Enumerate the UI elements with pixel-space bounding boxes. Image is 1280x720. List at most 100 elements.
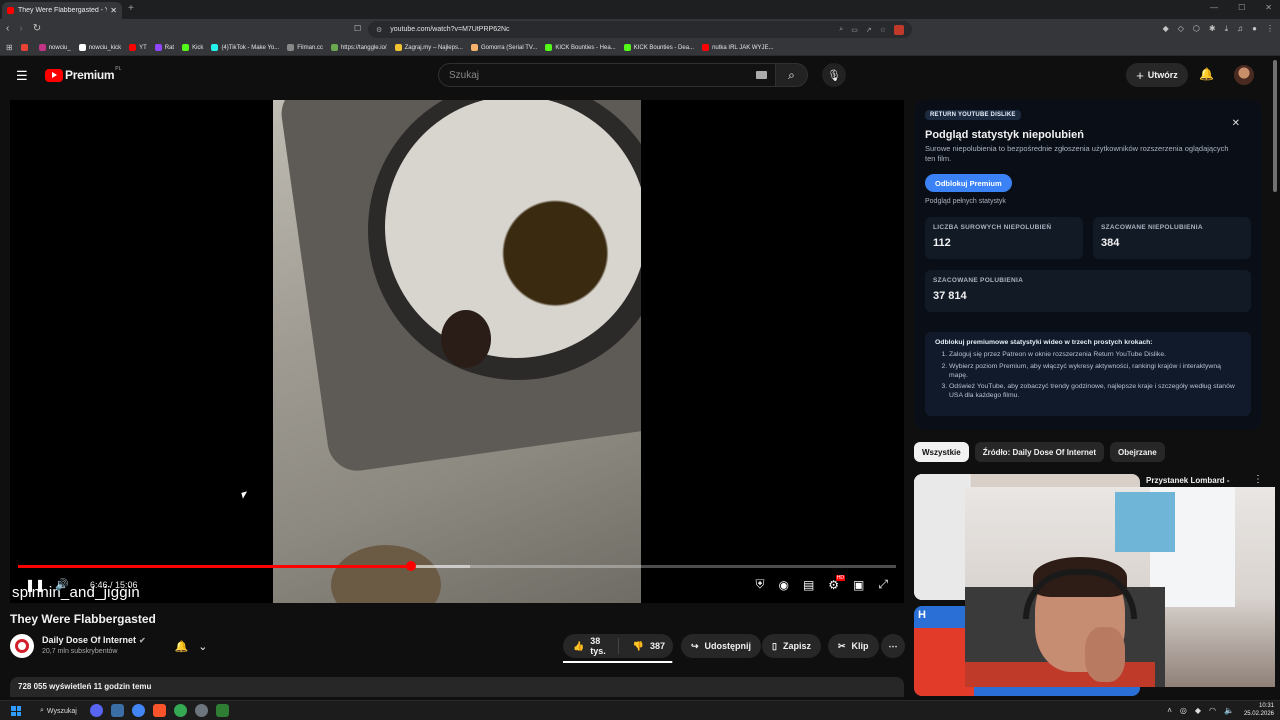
chevron-down-icon: ⌄: [198, 640, 208, 653]
url-text[interactable]: youtube.com/watch?v=M7UtPRP62Nc: [390, 26, 831, 33]
bookmark-item[interactable]: Kick: [182, 44, 203, 51]
back-icon[interactable]: ‹: [6, 23, 9, 34]
bookmark-star-icon[interactable]: ☐: [354, 24, 361, 33]
bookmark-item[interactable]: nowciu_kick: [78, 44, 121, 51]
puzzle-icon[interactable]: ✱: [1209, 24, 1216, 34]
maximize-icon[interactable]: ☐: [1238, 3, 1245, 12]
account-avatar[interactable]: [1234, 65, 1254, 85]
windows-start-icon[interactable]: [11, 706, 21, 716]
bookmark-item[interactable]: [20, 44, 31, 51]
bookmark-item[interactable]: YT: [129, 44, 147, 51]
pause-icon[interactable]: ❚❚: [25, 578, 45, 592]
youtube-favicon-icon: [7, 7, 14, 14]
fullscreen-icon[interactable]: ⤢: [878, 577, 888, 592]
speaker-icon[interactable]: 🔈: [1224, 706, 1234, 715]
more-actions-button[interactable]: ⋯: [881, 634, 905, 658]
close-icon[interactable]: ✕: [1232, 118, 1240, 129]
like-button[interactable]: 👍 38 tys.: [563, 636, 619, 656]
dislike-button[interactable]: 👎 387: [625, 641, 673, 652]
bookmark-item[interactable]: Rat: [154, 44, 174, 51]
chip-source[interactable]: Źródło: Daily Dose Of Internet: [974, 442, 1105, 462]
chrome-icon[interactable]: [132, 704, 145, 717]
file-explorer-icon[interactable]: [111, 704, 124, 717]
bookmark-item[interactable]: KICK Bounties - Dea...: [623, 44, 694, 51]
site-info-icon[interactable]: ⚙: [376, 26, 382, 34]
more-vert-icon[interactable]: ⋮: [1253, 474, 1263, 485]
voice-search-button[interactable]: 🎙: [822, 63, 846, 87]
bookmark-item[interactable]: nowciu_: [38, 44, 71, 51]
full-stats-link[interactable]: Podgląd pełnych statystyk: [925, 198, 1006, 205]
browser-tab-active[interactable]: They Were Flabbergasted - Yo... ✕: [2, 2, 122, 19]
volume-icon[interactable]: 🔊: [55, 578, 69, 591]
search-button[interactable]: ⌕: [776, 63, 808, 87]
media-icon[interactable]: ♫: [1237, 24, 1243, 34]
bookmark-item[interactable]: https://tanggle.io/: [330, 44, 387, 51]
share-page-icon[interactable]: ↗: [866, 26, 872, 34]
bookmark-item[interactable]: nutka IRL JAK WYJE...: [702, 44, 774, 51]
wifi-icon[interactable]: ◠: [1209, 706, 1216, 715]
search-input[interactable]: Szukaj: [438, 63, 776, 87]
zoom-icon[interactable]: ⌕: [839, 26, 843, 34]
subscription-notification-button[interactable]: 🔔 ⌄: [164, 634, 218, 658]
bookmark-item[interactable]: (4)TikTok - Make Yo...: [211, 44, 279, 51]
address-bar[interactable]: ⚙ youtube.com/watch?v=M7UtPRP62Nc ⌕ ▭ ↗ …: [368, 21, 912, 38]
extension-a-icon[interactable]: ◆: [1163, 24, 1169, 34]
close-tab-icon[interactable]: ✕: [110, 6, 117, 15]
bookmark-item[interactable]: Filman.cc: [287, 44, 323, 51]
unlock-premium-button[interactable]: Odblokuj Premium: [925, 174, 1012, 192]
discord-icon[interactable]: [90, 704, 103, 717]
chip-all[interactable]: Wszystkie: [914, 442, 969, 462]
clip-button[interactable]: ✂ Klip: [828, 634, 879, 658]
keyboard-icon[interactable]: [756, 71, 767, 79]
cast-icon[interactable]: ▭: [851, 26, 858, 34]
page-scrollbar[interactable]: [1273, 60, 1277, 192]
chrome-beta-icon[interactable]: [195, 704, 208, 717]
subtitles-icon[interactable]: ▤: [803, 578, 814, 592]
reload-icon[interactable]: ↻: [33, 23, 41, 34]
autoplay-toggle[interactable]: ◉: [778, 578, 788, 592]
chrome-active-icon[interactable]: [174, 704, 187, 717]
channel-avatar[interactable]: [10, 634, 34, 658]
forward-icon[interactable]: ›: [19, 23, 22, 34]
miniplayer-icon[interactable]: ▣: [853, 578, 864, 592]
extension-icon[interactable]: [894, 24, 904, 35]
description-box[interactable]: 728 055 wyświetleń 11 godzin temu: [10, 677, 904, 697]
taskbar-search[interactable]: ⌕ Wyszukaj: [34, 704, 82, 718]
bookmark-item[interactable]: Zagraj.my – Najleps...: [394, 44, 463, 51]
bookmark-item[interactable]: KICK Bounties - Hea...: [545, 44, 616, 51]
new-tab-button[interactable]: +: [128, 3, 134, 14]
extension-b-icon[interactable]: ◇: [1178, 24, 1184, 34]
create-button[interactable]: + Utwórz: [1126, 63, 1188, 87]
channel-name[interactable]: Daily Dose Of Internet ✔: [42, 635, 146, 645]
close-window-icon[interactable]: ✕: [1265, 3, 1272, 12]
save-button[interactable]: ▯ Zapisz: [762, 634, 821, 658]
tray-app-icon[interactable]: ◎: [1180, 706, 1187, 715]
bookmark-item[interactable]: Gomorra (Serial TV...: [470, 44, 537, 51]
chip-watched[interactable]: Obejrzane: [1110, 442, 1165, 462]
progress-bar[interactable]: [18, 561, 896, 571]
channel-name-text[interactable]: Daily Dose Of Internet: [42, 635, 136, 645]
apps-grid-icon[interactable]: ⊞: [6, 43, 13, 52]
downloads-icon[interactable]: ⤓: [1225, 24, 1229, 34]
kick-icon: [623, 44, 631, 51]
like-ratio-fill: [563, 661, 672, 663]
extension-c-icon[interactable]: ⬡: [1193, 24, 1200, 34]
sponsor-shield-icon[interactable]: ⛨: [755, 577, 764, 592]
tray-app-icon[interactable]: ◆: [1195, 706, 1201, 715]
share-button[interactable]: ↪ Udostępnij: [681, 634, 762, 658]
notifications-bell-icon[interactable]: 🔔: [1199, 67, 1214, 81]
related-video-title[interactable]: Przystanek Lombard -: [1146, 476, 1230, 485]
brave-icon[interactable]: [153, 704, 166, 717]
hamburger-menu-icon[interactable]: ☰: [16, 68, 28, 84]
video-frame[interactable]: [273, 100, 641, 603]
app-icon[interactable]: [216, 704, 229, 717]
tray-chevron-icon[interactable]: ˄: [1167, 706, 1172, 715]
youtube-logo[interactable]: Premium PL: [45, 66, 121, 82]
minimize-icon[interactable]: —: [1210, 3, 1218, 12]
menu-dots-icon[interactable]: ⋮: [1266, 24, 1274, 34]
video-player[interactable]: spinnin_and_jiggin ❚❚ 🔊 6:46 / 15:06 ⛨ ◉…: [10, 100, 904, 603]
taskbar-clock[interactable]: 10:31 25.02.2026: [1244, 703, 1274, 719]
profile-icon[interactable]: ●: [1252, 24, 1257, 34]
settings-gear-icon[interactable]: ⚙: [828, 574, 845, 592]
star-icon[interactable]: ☆: [880, 26, 886, 34]
